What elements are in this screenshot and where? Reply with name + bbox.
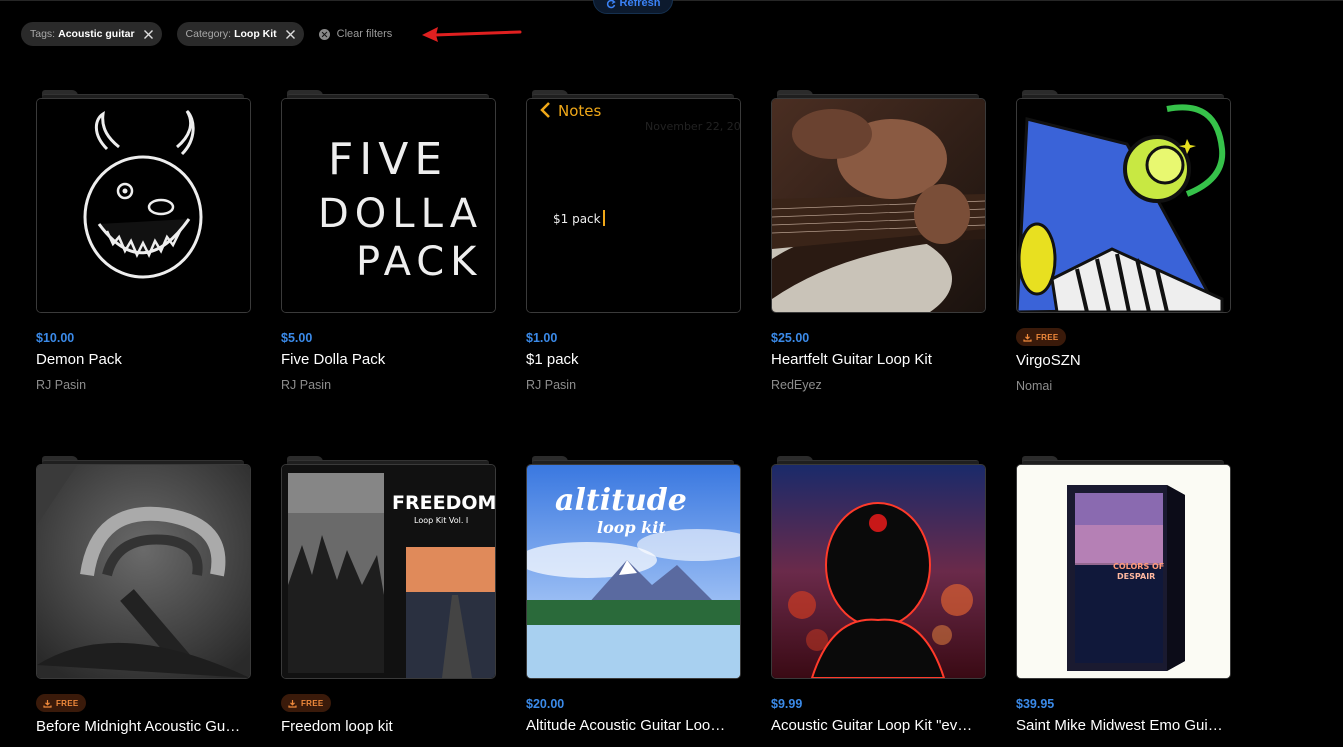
close-icon[interactable] bbox=[143, 29, 154, 40]
product-card[interactable]: FREE VirgoSZN Nomai bbox=[1016, 88, 1231, 393]
product-price: $10.00 bbox=[36, 331, 75, 345]
product-artwork[interactable] bbox=[36, 464, 251, 679]
product-author[interactable]: RJ Pasin bbox=[36, 378, 251, 392]
free-badge-label: FREE bbox=[1036, 332, 1059, 342]
clear-filters-label: Clear filters bbox=[336, 28, 393, 40]
product-price: $25.00 bbox=[771, 331, 810, 345]
refresh-button[interactable]: Refresh bbox=[593, 0, 673, 14]
art-text-line: FREEDOM bbox=[392, 492, 495, 514]
filter-chip-key: Category: bbox=[185, 28, 232, 40]
product-folder[interactable] bbox=[1016, 88, 1231, 314]
filter-chip-value: Acoustic guitar bbox=[58, 28, 135, 40]
download-icon bbox=[43, 699, 52, 708]
art-text-line: altitude bbox=[555, 483, 687, 518]
art-text-line: PACK bbox=[356, 239, 482, 285]
product-card[interactable]: COLORS OF DESPAIR $39.95 Saint Mike Midw… bbox=[1016, 454, 1231, 734]
free-badge: FREE bbox=[281, 694, 331, 712]
product-card[interactable]: FREE Before Midnight Acoustic Gu… bbox=[36, 454, 251, 735]
product-artwork[interactable]: COLORS OF DESPAIR bbox=[1016, 464, 1231, 679]
product-title[interactable]: Saint Mike Midwest Emo Gui… bbox=[1016, 717, 1226, 734]
product-artwork[interactable]: FREEDOM Loop Kit Vol. I bbox=[281, 464, 496, 679]
product-folder[interactable] bbox=[36, 88, 251, 314]
download-icon bbox=[1023, 333, 1032, 342]
product-artwork[interactable] bbox=[1016, 98, 1231, 313]
product-artwork[interactable]: FIVE DOLLA PACK bbox=[281, 98, 496, 313]
refresh-label: Refresh bbox=[619, 0, 661, 9]
active-filters: Tags: Acoustic guitar Category: Loop Kit… bbox=[21, 22, 392, 46]
close-icon[interactable] bbox=[285, 29, 296, 40]
product-price: $1.00 bbox=[526, 331, 558, 345]
altitude-artwork: altitude loop kit bbox=[527, 465, 740, 678]
product-card[interactable]: $25.00 Heartfelt Guitar Loop Kit RedEyez bbox=[771, 88, 986, 392]
product-title[interactable]: Heartfelt Guitar Loop Kit bbox=[771, 351, 981, 368]
filter-chip-tags[interactable]: Tags: Acoustic guitar bbox=[21, 22, 162, 46]
product-title[interactable]: Five Dolla Pack bbox=[281, 351, 491, 368]
art-text-line: Notes bbox=[558, 102, 602, 120]
product-card[interactable]: $10.00 Demon Pack RJ Pasin bbox=[36, 88, 251, 392]
free-badge-label: FREE bbox=[301, 698, 324, 708]
product-price: $39.95 bbox=[1016, 697, 1055, 711]
free-badge-label: FREE bbox=[56, 698, 79, 708]
clear-circle-icon bbox=[318, 28, 330, 40]
product-folder[interactable]: FREEDOM Loop Kit Vol. I bbox=[281, 454, 496, 680]
grayscale-artwork bbox=[37, 465, 250, 678]
art-text-line: DOLLA bbox=[318, 191, 483, 237]
product-author[interactable]: RedEyez bbox=[771, 378, 986, 392]
guitar-photo-artwork bbox=[772, 99, 985, 312]
filter-chip-value: Loop Kit bbox=[234, 28, 277, 40]
art-text-line: DESPAIR bbox=[1117, 572, 1155, 581]
product-author[interactable]: Nomai bbox=[1016, 379, 1231, 393]
art-text-line: Loop Kit Vol. I bbox=[414, 516, 468, 525]
product-price: $20.00 bbox=[526, 697, 565, 711]
free-badge: FREE bbox=[36, 694, 86, 712]
product-artwork[interactable]: Notes November 22, 20 $1 pack bbox=[526, 98, 741, 313]
product-card[interactable]: FIVE DOLLA PACK $5.00 Five Dolla Pack RJ… bbox=[281, 88, 496, 392]
art-text-line: COLORS OF bbox=[1113, 562, 1164, 571]
art-text-line: November 22, 20 bbox=[645, 120, 740, 133]
box-artwork: COLORS OF DESPAIR bbox=[1017, 465, 1230, 678]
product-price: $5.00 bbox=[281, 331, 313, 345]
product-folder[interactable]: altitude loop kit bbox=[526, 454, 741, 680]
art-text-line: loop kit bbox=[597, 518, 666, 537]
product-artwork[interactable] bbox=[36, 98, 251, 313]
free-badge: FREE bbox=[1016, 328, 1066, 346]
five-dolla-artwork: FIVE DOLLA PACK bbox=[282, 99, 495, 312]
product-title[interactable]: $1 pack bbox=[526, 351, 736, 368]
download-icon bbox=[288, 699, 297, 708]
product-title[interactable]: VirgoSZN bbox=[1016, 352, 1226, 369]
product-artwork[interactable]: altitude loop kit bbox=[526, 464, 741, 679]
product-card[interactable]: FREEDOM Loop Kit Vol. I FREE Freedom loo… bbox=[281, 454, 496, 735]
product-folder[interactable]: FIVE DOLLA PACK bbox=[281, 88, 496, 314]
art-text-line: FIVE bbox=[328, 134, 448, 185]
product-card[interactable]: Notes November 22, 20 $1 pack $1.00 $1 p… bbox=[526, 88, 741, 392]
product-folder[interactable] bbox=[771, 454, 986, 680]
filter-chip-key: Tags: bbox=[30, 28, 56, 40]
product-author[interactable]: RJ Pasin bbox=[526, 378, 741, 392]
product-artwork[interactable] bbox=[771, 464, 986, 679]
product-folder[interactable]: COLORS OF DESPAIR bbox=[1016, 454, 1231, 680]
freedom-artwork: FREEDOM Loop Kit Vol. I bbox=[282, 465, 495, 678]
art-text-line: $1 pack bbox=[553, 212, 601, 226]
product-price: $9.99 bbox=[771, 697, 803, 711]
notes-artwork: Notes November 22, 20 $1 pack bbox=[527, 99, 740, 312]
clear-filters-button[interactable]: Clear filters bbox=[318, 28, 393, 40]
anime-silhouette-artwork bbox=[772, 465, 985, 678]
rocket-artwork bbox=[1017, 99, 1230, 312]
annotation-arrow-icon bbox=[422, 27, 522, 42]
refresh-icon bbox=[606, 0, 616, 9]
product-title[interactable]: Freedom loop kit bbox=[281, 718, 491, 735]
filter-chip-category[interactable]: Category: Loop Kit bbox=[176, 22, 304, 46]
product-card[interactable]: $9.99 Acoustic Guitar Loop Kit "ev… bbox=[771, 454, 986, 734]
product-artwork[interactable] bbox=[771, 98, 986, 313]
product-title[interactable]: Before Midnight Acoustic Gu… bbox=[36, 718, 246, 735]
product-author[interactable]: RJ Pasin bbox=[281, 378, 496, 392]
demon-artwork bbox=[37, 99, 250, 312]
product-card[interactable]: altitude loop kit $20.00 Altitude Acoust… bbox=[526, 454, 741, 734]
product-folder[interactable] bbox=[771, 88, 986, 314]
product-folder[interactable]: Notes November 22, 20 $1 pack bbox=[526, 88, 741, 314]
product-folder[interactable] bbox=[36, 454, 251, 680]
product-title[interactable]: Acoustic Guitar Loop Kit "ev… bbox=[771, 717, 981, 734]
product-title[interactable]: Altitude Acoustic Guitar Loo… bbox=[526, 717, 736, 734]
product-title[interactable]: Demon Pack bbox=[36, 351, 246, 368]
